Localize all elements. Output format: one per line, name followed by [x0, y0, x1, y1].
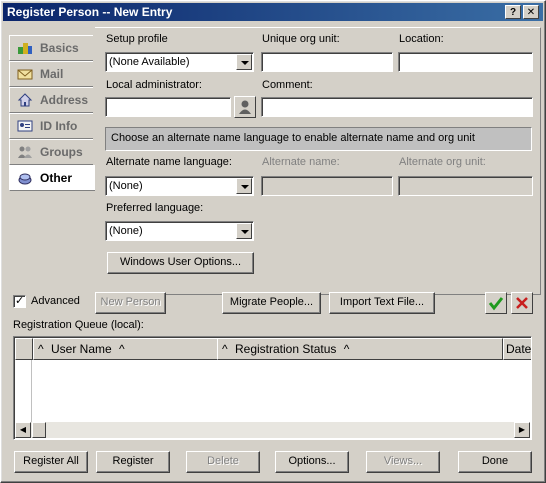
- nav-item-address[interactable]: Address: [9, 87, 93, 113]
- nav-item-label: Basics: [40, 41, 79, 55]
- location-input[interactable]: [398, 52, 533, 72]
- column-header-label: User Name: [50, 342, 112, 356]
- person-lookup-icon: [239, 100, 251, 114]
- chevron-down-icon[interactable]: [236, 178, 252, 194]
- basics-icon: [18, 43, 32, 54]
- row-selector-column: [15, 360, 32, 422]
- setup-profile-select[interactable]: (None Available): [105, 52, 254, 72]
- registration-queue-table[interactable]: ^ User Name ^ ^ Registration Status ^ Da…: [13, 336, 532, 440]
- alt-name-language-select[interactable]: (None): [105, 176, 254, 196]
- title-bar: Register Person -- New Entry ? ✕: [3, 3, 543, 21]
- help-button[interactable]: ?: [505, 5, 521, 19]
- section-nav: Basics Mail Address ID Info Groups Other: [9, 27, 95, 295]
- id-info-icon: [17, 120, 33, 132]
- column-header-registration-status[interactable]: ^ Registration Status ^: [217, 338, 503, 360]
- address-book-button[interactable]: [234, 96, 256, 118]
- register-button[interactable]: Register: [96, 451, 170, 473]
- sort-icon: ^: [343, 342, 350, 356]
- register-all-button[interactable]: Register All: [14, 451, 88, 473]
- nav-item-label: Groups: [40, 145, 83, 159]
- preferred-language-label: Preferred language:: [106, 202, 204, 214]
- unique-org-unit-input[interactable]: [261, 52, 393, 72]
- new-person-button[interactable]: New Person: [95, 292, 166, 314]
- cancel-entry-button[interactable]: [511, 292, 533, 314]
- groups-icon: [18, 146, 32, 158]
- sort-icon: ^: [119, 342, 125, 356]
- nav-item-other[interactable]: Other: [9, 165, 95, 191]
- row-selector-header: [15, 338, 33, 360]
- other-icon: [18, 173, 32, 185]
- column-header-label: Date: [506, 342, 532, 356]
- window-title: Register Person -- New Entry: [7, 5, 173, 19]
- nav-item-label: Other: [40, 171, 73, 185]
- mail-icon: [17, 69, 33, 80]
- chevron-down-icon[interactable]: [236, 54, 252, 70]
- options-button[interactable]: Options...: [275, 451, 349, 473]
- import-text-file-button[interactable]: Import Text File...: [329, 292, 435, 314]
- preferred-language-value: (None): [109, 225, 143, 237]
- comment-input[interactable]: [261, 97, 533, 117]
- preferred-language-select[interactable]: (None): [105, 221, 254, 241]
- sort-icon: ^: [38, 342, 44, 356]
- nav-item-label: ID Info: [40, 119, 78, 133]
- advanced-label: Advanced: [31, 295, 80, 307]
- nav-item-basics[interactable]: Basics: [9, 35, 93, 61]
- views-button[interactable]: Views...: [366, 451, 440, 473]
- column-header-user-name[interactable]: ^ User Name ^: [33, 338, 235, 360]
- migrate-people-button[interactable]: Migrate People...: [222, 292, 321, 314]
- nav-item-label: Address: [40, 93, 89, 107]
- alt-name-language-label: Alternate name language:: [106, 156, 232, 168]
- scroll-thumb[interactable]: [32, 422, 46, 438]
- register-person-dialog: Register Person -- New Entry ? ✕ Basics …: [0, 0, 546, 483]
- horizontal-scrollbar[interactable]: ◀ ▶: [15, 422, 530, 438]
- scroll-left-icon[interactable]: ◀: [15, 422, 31, 438]
- alt-name-language-value: (None): [109, 180, 143, 192]
- setup-profile-label: Setup profile: [106, 33, 168, 45]
- local-admin-input[interactable]: [105, 97, 231, 117]
- x-mark-icon: [516, 297, 528, 309]
- nav-item-label: Mail: [40, 67, 64, 81]
- done-button[interactable]: Done: [458, 451, 532, 473]
- column-header-date[interactable]: Date: [503, 338, 532, 360]
- alt-org-unit-label: Alternate org unit:: [399, 156, 486, 168]
- registration-queue-label: Registration Queue (local):: [13, 319, 144, 331]
- chevron-down-icon[interactable]: [236, 223, 252, 239]
- alt-name-label: Alternate name:: [262, 156, 340, 168]
- sort-icon: ^: [222, 342, 228, 356]
- windows-user-options-button[interactable]: Windows User Options...: [107, 252, 254, 274]
- delete-button[interactable]: Delete: [186, 451, 260, 473]
- alt-name-input[interactable]: [261, 176, 393, 196]
- setup-profile-value: (None Available): [109, 56, 190, 68]
- comment-label: Comment:: [262, 79, 313, 91]
- unique-org-unit-label: Unique org unit:: [262, 33, 340, 45]
- scroll-right-icon[interactable]: ▶: [514, 422, 530, 438]
- nav-item-mail[interactable]: Mail: [9, 61, 93, 87]
- column-header-label: Registration Status: [234, 342, 337, 356]
- close-button[interactable]: ✕: [523, 5, 539, 19]
- checkmark-icon: [488, 297, 504, 311]
- nav-item-groups[interactable]: Groups: [9, 139, 93, 165]
- alternate-name-banner: Choose an alternate name language to ena…: [105, 127, 532, 151]
- nav-item-id-info[interactable]: ID Info: [9, 113, 93, 139]
- advanced-checkbox[interactable]: [13, 294, 26, 308]
- local-admin-label: Local administrator:: [106, 79, 202, 91]
- alt-org-unit-input[interactable]: [398, 176, 533, 196]
- accept-button[interactable]: [485, 292, 507, 314]
- location-label: Location:: [399, 33, 444, 45]
- address-icon: [17, 93, 33, 107]
